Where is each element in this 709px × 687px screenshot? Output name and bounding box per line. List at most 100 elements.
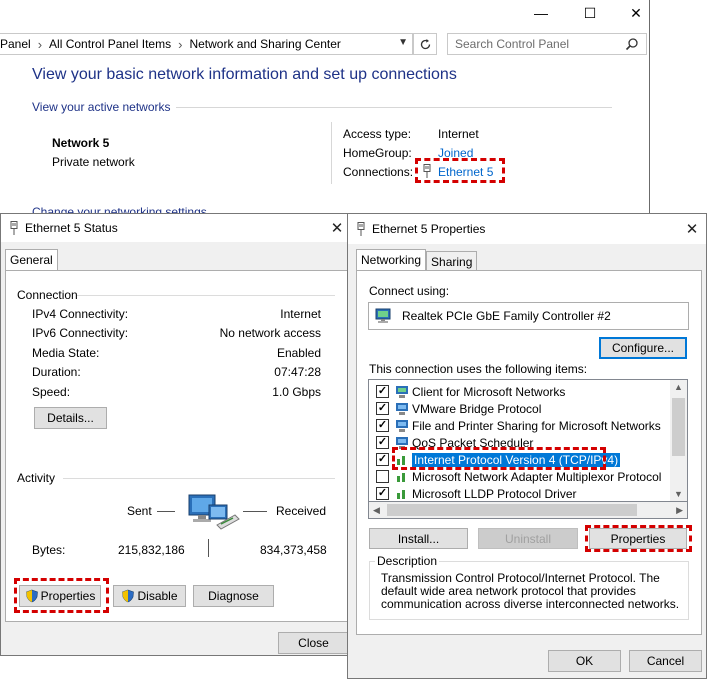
ipv6-label: IPv6 Connectivity:	[32, 326, 129, 340]
details-button[interactable]: Details...	[34, 407, 107, 429]
network-sharing-center-window: — ☐ ✕ Panel › All Control Panel Items › …	[0, 0, 650, 214]
item-checkbox[interactable]: ✓	[376, 487, 389, 500]
item-checkbox[interactable]: ✓	[376, 453, 389, 466]
item-checkbox[interactable]: ✓	[376, 385, 389, 398]
item-label: File and Printer Sharing for Microsoft N…	[412, 418, 661, 433]
properties-close-icon[interactable]: ✕	[682, 219, 702, 239]
properties-title: Ethernet 5 Properties	[372, 222, 486, 236]
address-bar[interactable]: Panel › All Control Panel Items › Networ…	[0, 33, 413, 55]
network-computers-icon	[187, 491, 241, 535]
network-client-icon	[394, 385, 410, 399]
search-input[interactable]: Search Control Panel	[447, 33, 647, 55]
list-item[interactable]: ✓ File and Printer Sharing for Microsoft…	[369, 417, 669, 434]
item-checkbox[interactable]: ✓	[376, 402, 389, 415]
divider	[63, 478, 335, 479]
bytes-label: Bytes:	[32, 543, 66, 557]
highlight-box	[14, 578, 109, 613]
divider	[176, 107, 612, 108]
diagnose-button[interactable]: Diagnose	[193, 585, 274, 607]
media-state-label: Media State:	[32, 346, 100, 360]
received-label: Received	[276, 504, 327, 518]
items-label: This connection uses the following items…	[369, 362, 588, 376]
divider	[331, 122, 332, 184]
refresh-icon	[420, 38, 430, 49]
item-checkbox[interactable]	[376, 470, 389, 483]
breadcrumb-network-center[interactable]: Network and Sharing Center	[189, 37, 340, 51]
scroll-up-icon[interactable]: ▲	[674, 382, 683, 392]
homegroup-label: HomeGroup:	[343, 146, 412, 160]
speed-label: Speed:	[32, 385, 71, 399]
ipv4-value: Internet	[280, 307, 321, 321]
description-group-label: Description	[375, 554, 440, 568]
breadcrumb-all-items[interactable]: All Control Panel Items	[49, 37, 171, 51]
uninstall-button: Uninstall	[478, 528, 578, 549]
ethernet-status-dialog: Ethernet 5 Status ✕ General Connection I…	[0, 213, 352, 656]
scroll-left-icon[interactable]: ◀	[373, 505, 380, 516]
access-type-value: Internet	[438, 127, 479, 141]
protocol-icon	[394, 470, 410, 484]
bytes-sent: 215,832,186	[118, 543, 185, 557]
close-button[interactable]: Close	[278, 632, 349, 654]
minimize-button[interactable]: —	[518, 0, 564, 26]
media-state-value: Enabled	[276, 346, 321, 360]
chevron-down-icon[interactable]: ▼	[398, 37, 408, 48]
connection-group-label: Connection	[17, 288, 78, 302]
ethernet-plug-icon	[10, 220, 18, 235]
active-networks-label: View your active networks	[32, 100, 171, 114]
list-item[interactable]: ✓ Microsoft LLDP Protocol Driver	[369, 485, 669, 501]
network-name: Network 5	[52, 136, 110, 150]
list-item[interactable]: Microsoft Network Adapter Multiplexor Pr…	[369, 468, 669, 485]
search-placeholder: Search Control Panel	[455, 37, 570, 51]
sent-label: Sent	[127, 504, 152, 518]
network-adapter-icon	[375, 308, 391, 323]
scroll-thumb[interactable]	[387, 504, 637, 516]
highlight-box	[585, 525, 692, 552]
speed-value: 1.0 Gbps	[272, 385, 321, 399]
item-label: Microsoft LLDP Protocol Driver	[412, 486, 577, 501]
configure-button[interactable]: Configure...	[599, 337, 687, 359]
scroll-thumb[interactable]	[672, 398, 685, 456]
item-checkbox[interactable]: ✓	[376, 436, 389, 449]
network-type: Private network	[52, 155, 135, 169]
access-type-label: Access type:	[343, 127, 412, 141]
item-label: VMware Bridge Protocol	[412, 401, 542, 416]
close-window-button[interactable]: ✕	[613, 0, 649, 26]
bytes-received: 834,373,458	[260, 543, 327, 557]
general-panel	[5, 270, 349, 622]
cancel-button[interactable]: Cancel	[629, 650, 702, 672]
divider	[77, 295, 335, 296]
maximize-button[interactable]: ☐	[567, 0, 613, 26]
list-item[interactable]: ✓ Client for Microsoft Networks	[369, 383, 669, 400]
ok-button[interactable]: OK	[548, 650, 621, 672]
connect-using-label: Connect using:	[369, 284, 450, 298]
item-label: Microsoft Network Adapter Multiplexor Pr…	[412, 469, 662, 484]
tab-sharing[interactable]: Sharing	[426, 251, 478, 270]
highlight-box	[415, 158, 505, 183]
tab-networking[interactable]: Networking	[356, 249, 427, 270]
highlight-box	[392, 447, 606, 470]
connections-label: Connections:	[343, 165, 414, 179]
description-text: Transmission Control Protocol/Internet P…	[381, 571, 680, 611]
search-icon	[625, 38, 638, 51]
scroll-right-icon[interactable]: ▶	[676, 505, 683, 516]
chevron-right-icon: ›	[37, 36, 43, 52]
protocol-icon	[394, 487, 410, 501]
refresh-button[interactable]	[413, 33, 437, 55]
horizontal-scrollbar[interactable]: ◀ ▶	[368, 502, 688, 519]
vertical-scrollbar[interactable]: ▲ ▼	[670, 380, 687, 501]
chevron-right-icon: ›	[178, 36, 183, 52]
status-title-bar: Ethernet 5 Status	[1, 214, 351, 242]
divider	[243, 511, 267, 512]
activity-group-label: Activity	[17, 471, 56, 485]
shield-icon	[122, 589, 135, 603]
disable-button[interactable]: Disable	[113, 585, 186, 607]
items-list[interactable]: ✓ Client for Microsoft Networks ✓ VMware…	[368, 379, 688, 502]
item-checkbox[interactable]: ✓	[376, 419, 389, 432]
install-button[interactable]: Install...	[369, 528, 468, 549]
adapter-field: Realtek PCIe GbE Family Controller #2	[368, 302, 689, 330]
list-item[interactable]: ✓ VMware Bridge Protocol	[369, 400, 669, 417]
breadcrumb-panel[interactable]: Panel	[0, 37, 31, 51]
status-close-icon[interactable]: ✕	[327, 218, 347, 238]
tab-general[interactable]: General	[5, 249, 58, 270]
scroll-down-icon[interactable]: ▼	[674, 489, 683, 499]
